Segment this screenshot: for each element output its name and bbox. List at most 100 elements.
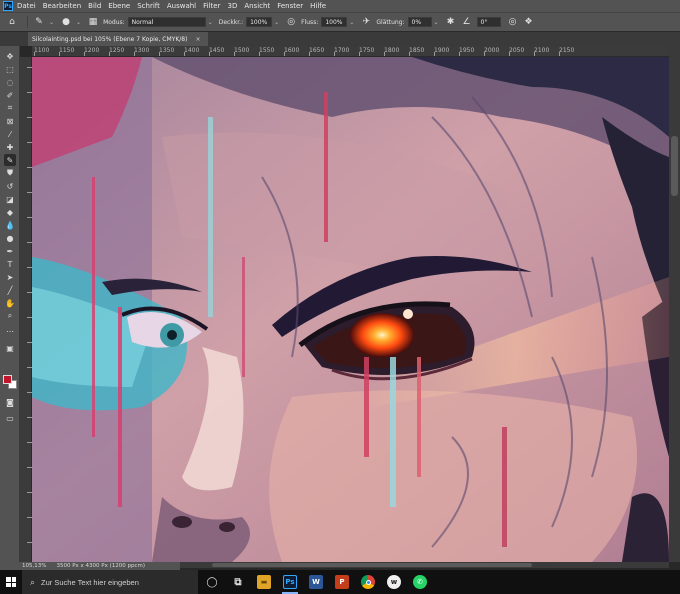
hand-tool-icon[interactable]: ✋: [4, 297, 16, 309]
deckkraft-input[interactable]: 100%: [246, 17, 273, 27]
brush-tool-icon[interactable]: ✎: [4, 154, 16, 166]
quick-selection-tool-icon[interactable]: ✐: [4, 89, 16, 101]
ruler-tick-label: 1250: [109, 47, 125, 54]
dodge-tool-icon[interactable]: ●: [4, 232, 16, 244]
menu-filter[interactable]: Filter: [203, 2, 220, 10]
blur-tool-icon[interactable]: 💧: [4, 219, 16, 231]
modus-select[interactable]: Normal: [127, 17, 206, 27]
chevron-down-icon[interactable]: ⌄: [49, 19, 54, 26]
ruler-tick-label: 1700: [334, 47, 350, 54]
brush-preset-icon[interactable]: ✎: [33, 16, 45, 28]
chevron-down-icon[interactable]: ⌄: [208, 19, 213, 26]
zoom-level[interactable]: 105,13%: [22, 563, 46, 569]
type-tool-icon[interactable]: T: [4, 258, 16, 270]
menu-datei[interactable]: Datei: [17, 2, 36, 10]
ruler-tick: [484, 52, 485, 56]
default-colors-icon[interactable]: ▣: [4, 342, 16, 354]
quick-mask-icon[interactable]: ◙: [4, 396, 16, 408]
gear-icon[interactable]: ✱: [445, 16, 457, 28]
wattpad-taskbar-button[interactable]: w: [382, 570, 406, 594]
task-switcher-button[interactable]: ⧉: [226, 570, 250, 594]
document-info[interactable]: 3500 Px x 4300 Px (1200 ppcm): [56, 563, 145, 569]
chevron-down-icon[interactable]: ⌄: [434, 19, 439, 26]
menu-3d[interactable]: 3D: [227, 2, 237, 10]
ruler-tick: [334, 52, 335, 56]
brush-panel-icon[interactable]: ▦: [87, 16, 99, 28]
crop-tool-icon[interactable]: ⌗: [4, 102, 16, 114]
chrome-taskbar-button[interactable]: [356, 570, 380, 594]
vertical-ruler: [20, 57, 32, 562]
ruler-tick-label: 2050: [509, 47, 525, 54]
clone-stamp-tool-icon[interactable]: ⛊: [4, 167, 16, 179]
zoom-tool-icon[interactable]: ⌕: [4, 310, 16, 322]
eyedropper-tool-icon[interactable]: ⁄: [4, 128, 16, 140]
chevron-down-icon[interactable]: ⌄: [274, 19, 279, 26]
menu-schrift[interactable]: Schrift: [137, 2, 160, 10]
status-bar: 105,13% 3500 Px x 4300 Px (1200 ppcm): [0, 562, 180, 570]
menu-ansicht[interactable]: Ansicht: [244, 2, 270, 10]
document-canvas[interactable]: [32, 57, 669, 562]
document-tab-title: Silcolainting.psd bei 105% (Ebene 7 Kopi…: [32, 35, 188, 43]
start-button[interactable]: [0, 570, 22, 594]
foreground-color-swatch[interactable]: [3, 375, 12, 384]
chevron-down-icon[interactable]: ⌄: [76, 19, 81, 26]
ruler-tick-label: 1600: [284, 47, 300, 54]
whatsapp-taskbar-button[interactable]: ✆: [408, 570, 432, 594]
angle-icon[interactable]: ∠: [461, 16, 473, 28]
path-selection-tool-icon[interactable]: ➤: [4, 271, 16, 283]
glaettung-input[interactable]: 0%: [407, 17, 432, 27]
lasso-tool-icon[interactable]: ◌: [4, 76, 16, 88]
fluss-value: 100%: [325, 18, 343, 26]
line-tool-icon[interactable]: ╱: [4, 284, 16, 296]
history-brush-tool-icon[interactable]: ↺: [4, 180, 16, 192]
chevron-down-icon[interactable]: ⌄: [349, 19, 354, 26]
eraser-tool-icon[interactable]: ◪: [4, 193, 16, 205]
paint-bucket-tool-icon[interactable]: ◆: [4, 206, 16, 218]
file-explorer-button[interactable]: ▬: [252, 570, 276, 594]
menu-auswahl[interactable]: Auswahl: [167, 2, 196, 10]
menu-fenster[interactable]: Fenster: [277, 2, 303, 10]
home-icon[interactable]: ⌂: [6, 16, 18, 28]
word-taskbar-button[interactable]: W: [304, 570, 328, 594]
menu-bearbeiten[interactable]: Bearbeiten: [43, 2, 81, 10]
brush-size-icon[interactable]: ●: [60, 16, 72, 28]
more-tools-icon[interactable]: ⋯: [4, 325, 16, 337]
ruler-tick-label: 1850: [409, 47, 425, 54]
menu-ebene[interactable]: Ebene: [108, 2, 130, 10]
fluss-label: Fluss:: [301, 18, 319, 26]
angle-input[interactable]: 0°: [476, 17, 501, 27]
pressure-opacity-icon[interactable]: ◎: [285, 16, 297, 28]
taskbar-search-box[interactable]: ⌕ Zur Suche Text hier eingeben: [22, 570, 198, 594]
menu-bar: Ps Datei Bearbeiten Bild Ebene Schrift A…: [0, 0, 680, 12]
task-view-icon: ◯: [205, 575, 219, 589]
ruler-tick: [434, 52, 435, 56]
ruler-tick-label: 1450: [209, 47, 225, 54]
scrollbar-thumb[interactable]: [671, 136, 678, 196]
document-tab[interactable]: Silcolainting.psd bei 105% (Ebene 7 Kopi…: [28, 32, 208, 46]
photoshop-taskbar-button[interactable]: Ps: [278, 570, 302, 594]
move-tool-icon[interactable]: ✥: [4, 50, 16, 62]
airbrush-icon[interactable]: ✈: [360, 16, 372, 28]
fluss-input[interactable]: 100%: [321, 17, 348, 27]
close-icon[interactable]: ×: [195, 36, 200, 43]
healing-brush-tool-icon[interactable]: ✚: [4, 141, 16, 153]
scrollbar-thumb[interactable]: [212, 563, 532, 567]
vertical-scrollbar[interactable]: [669, 46, 680, 562]
symmetry-icon[interactable]: ❖: [523, 16, 535, 28]
whatsapp-icon: ✆: [413, 575, 427, 589]
task-view-button[interactable]: ◯: [200, 570, 224, 594]
menu-hilfe[interactable]: Hilfe: [310, 2, 326, 10]
marquee-tool-icon[interactable]: ⬚: [4, 63, 16, 75]
document-tab-bar: Silcolainting.psd bei 105% (Ebene 7 Kopi…: [0, 32, 680, 46]
ruler-tick-label: 1100: [34, 47, 50, 54]
ruler-tick: [59, 52, 60, 56]
ruler-tick: [209, 52, 210, 56]
frame-tool-icon[interactable]: ⊠: [4, 115, 16, 127]
photoshop-logo-icon[interactable]: Ps: [3, 1, 13, 11]
menu-bild[interactable]: Bild: [88, 2, 101, 10]
screen-mode-icon[interactable]: ▭: [4, 412, 16, 424]
powerpoint-taskbar-button[interactable]: P: [330, 570, 354, 594]
pressure-size-icon[interactable]: ◎: [507, 16, 519, 28]
pen-tool-icon[interactable]: ✒: [4, 245, 16, 257]
ruler-tick-label: 2100: [534, 47, 550, 54]
